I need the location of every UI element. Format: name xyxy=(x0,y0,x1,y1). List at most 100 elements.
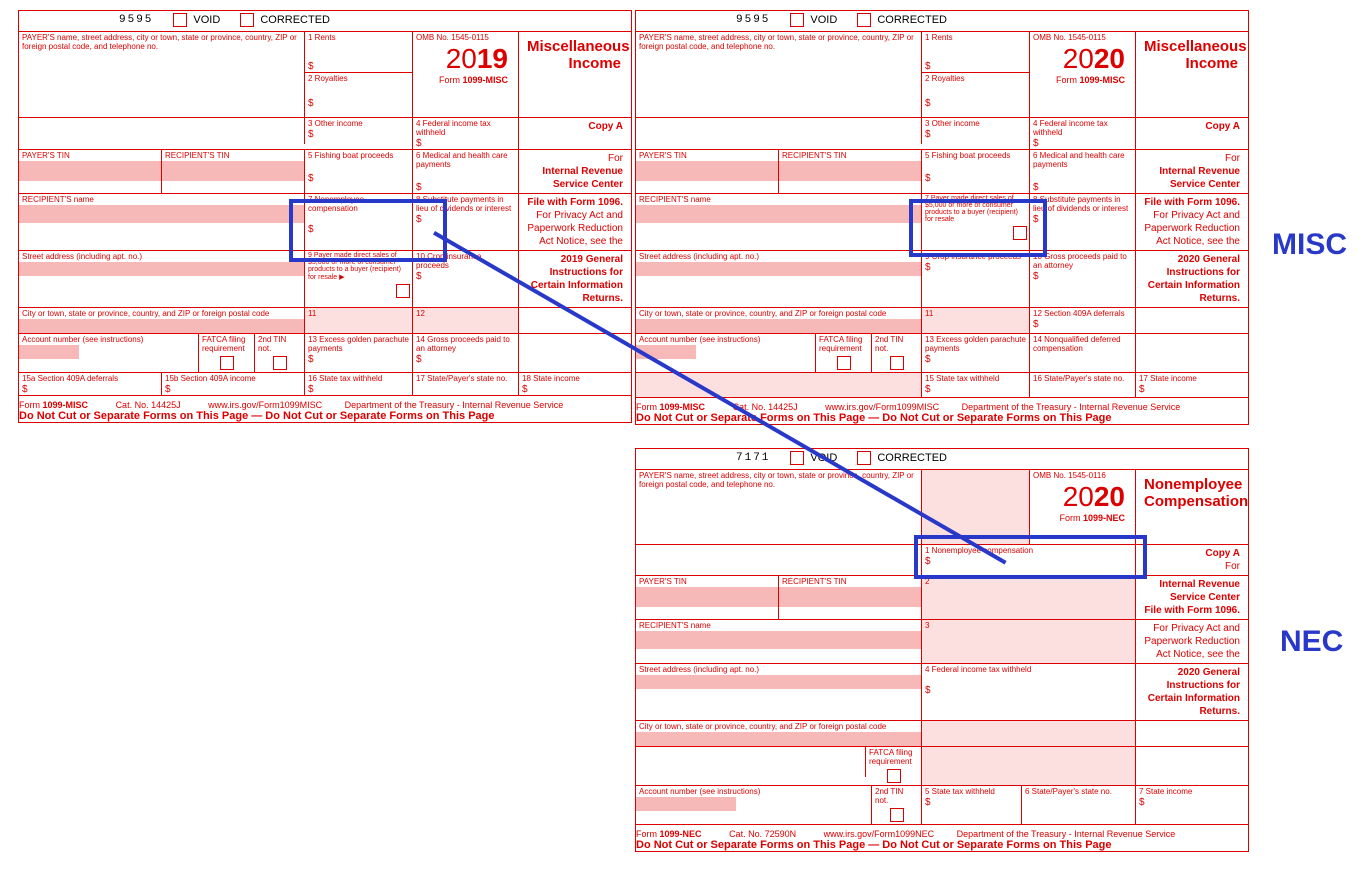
form-footer: Form 1099-NEC Cat. No. 72590N www.irs.go… xyxy=(636,825,1248,851)
form-1099-misc-2020: 9595 VOID CORRECTED PAYER'S name, street… xyxy=(635,10,1249,425)
box6-label: 6 Medical and health care payments xyxy=(1030,150,1135,170)
form-1099-nec-2020: 7171 VOID CORRECTED PAYER'S name, street… xyxy=(635,448,1249,852)
omb-label: OMB No. 1545-0115 xyxy=(1030,32,1135,43)
header-row: 7171 VOID CORRECTED xyxy=(636,449,1248,470)
corrected-checkbox[interactable] xyxy=(857,13,871,27)
cat-no: Cat. No. 14425J xyxy=(116,400,181,410)
box11-label: 11 xyxy=(922,308,1029,319)
form-id: 9595 xyxy=(119,14,153,26)
box16-label: 16 State/Payer's state no. xyxy=(1030,373,1135,384)
dept: Department of the Treasury - Internal Re… xyxy=(345,400,564,410)
box7-checkbox[interactable] xyxy=(1013,226,1027,240)
box1-label: 1 Nonemployee compensation xyxy=(922,545,1135,556)
street-field[interactable] xyxy=(19,262,304,276)
tax-year: 2019 xyxy=(413,43,518,75)
box6-label: 6 Medical and health care payments xyxy=(413,150,518,170)
box17-label: 17 State income xyxy=(1136,373,1246,384)
box9-label: 9 Payer made direct sales of $5,000 or m… xyxy=(305,251,412,282)
box14-label: 14 Nonqualified deferred compensation xyxy=(1030,334,1135,354)
box9-checkbox[interactable] xyxy=(396,284,410,298)
form-footer: Form 1099-MISC Cat. No. 14425J www.irs.g… xyxy=(19,396,631,422)
recipient-tin-field[interactable] xyxy=(162,161,304,181)
form-1099-misc-2019: 9595 VOID CORRECTED PAYER'S name, street… xyxy=(18,10,632,423)
fatca-label: FATCA filing requirement xyxy=(199,334,254,354)
box4-label: 4 Federal income tax withheld xyxy=(1030,118,1135,138)
box5-label: 5 State tax withheld xyxy=(922,786,1021,797)
box18-label: 18 State income xyxy=(519,373,629,384)
box5-label: 5 Fishing boat proceeds xyxy=(922,150,1029,161)
box2-label: 2 xyxy=(922,576,1135,587)
omb-label: OMB No. 1545-0115 xyxy=(413,32,518,43)
header-row: 9595 VOID CORRECTED xyxy=(636,11,1248,32)
box8-label: 8 Substitute payments in lieu of dividen… xyxy=(1030,194,1135,214)
box1-label: 1 Rents xyxy=(305,32,412,43)
box8-label: 8 Substitute payments in lieu of dividen… xyxy=(413,194,518,214)
box10-label: 10 Gross proceeds paid to an attorney xyxy=(1030,251,1135,271)
city-label: City or town, state or province, country… xyxy=(19,308,304,319)
annotation-nec: NEC xyxy=(1280,625,1343,659)
box7-label: 7 Nonemployee compensation xyxy=(305,194,412,214)
form-id: 7171 xyxy=(736,452,770,464)
tin2nd-checkbox[interactable] xyxy=(273,356,287,370)
corrected-checkbox[interactable] xyxy=(240,13,254,27)
box1-label: 1 Rents xyxy=(922,32,1029,43)
void-label: VOID xyxy=(193,14,220,26)
tax-year: 2020 xyxy=(1030,43,1135,75)
city-field[interactable] xyxy=(19,319,304,333)
box3-label: 3 Other income xyxy=(922,118,1029,129)
void-checkbox[interactable] xyxy=(790,13,804,27)
box7-label: 7 Payer made direct sales of $5,000 or m… xyxy=(922,194,1029,224)
form-code: Form 1099-MISC xyxy=(413,75,518,85)
tax-year: 2020 xyxy=(1030,481,1135,513)
dollar-sign: $ xyxy=(305,61,412,72)
box13-label: 13 Excess golden parachute payments xyxy=(922,334,1029,354)
form-title-2: Income xyxy=(568,55,621,72)
box5-label: 5 Fishing boat proceeds xyxy=(305,150,412,161)
omb-label: OMB No. 1545-0116 xyxy=(1030,470,1135,481)
privacy-notice: For Privacy Act and Paperwork Reduction … xyxy=(527,210,623,247)
box3-label: 3 xyxy=(922,620,1135,631)
box11-label: 11 xyxy=(305,308,412,319)
box16-label: 16 State tax withheld xyxy=(305,373,412,384)
box4-label: 4 Federal income tax withheld xyxy=(413,118,518,138)
box2-label: 2 Royalties xyxy=(305,73,412,84)
recipient-name-field[interactable] xyxy=(19,205,304,223)
box7-label: 7 State income xyxy=(1136,786,1246,797)
payer-name-label: PAYER'S name, street address, city or to… xyxy=(19,32,304,52)
street-label: Street address (including apt. no.) xyxy=(19,251,304,262)
box3-label: 3 Other income xyxy=(305,118,412,129)
payer-name-label: PAYER'S name, street address, city or to… xyxy=(636,32,921,52)
form-id: 9595 xyxy=(736,14,770,26)
recipient-name-label: RECIPIENT'S name xyxy=(19,194,304,205)
void-checkbox[interactable] xyxy=(790,451,804,465)
corrected-label: CORRECTED xyxy=(260,14,330,26)
box15b-label: 15b Section 409A income xyxy=(162,373,304,384)
payer-tin-field[interactable] xyxy=(19,161,161,181)
copy-a: Copy A xyxy=(588,121,623,132)
corrected-checkbox[interactable] xyxy=(857,451,871,465)
box12-label: 12 xyxy=(413,308,518,319)
fatca-checkbox[interactable] xyxy=(220,356,234,370)
url: www.irs.gov/Form1099MISC xyxy=(208,400,322,410)
box15-label: 15 State tax withheld xyxy=(922,373,1029,384)
box4-label: 4 Federal income tax withheld xyxy=(922,664,1135,675)
box13-label: 13 Excess golden parachute payments xyxy=(305,334,412,354)
box2-label: 2 Royalties xyxy=(922,73,1029,84)
box14-label: 14 Gross proceeds paid to an attorney xyxy=(413,334,518,354)
form-title-1: Miscellaneous xyxy=(527,38,630,55)
box10-label: 10 Crop insurance proceeds xyxy=(413,251,518,271)
file-1096: File with Form 1096. xyxy=(527,197,623,208)
header-row: 9595 VOID CORRECTED xyxy=(19,11,631,32)
account-field[interactable] xyxy=(19,345,79,359)
no-cut-line: Do Not Cut or Separate Forms on This Pag… xyxy=(19,410,495,422)
recipient-tin-label: RECIPIENT'S TIN xyxy=(162,150,304,161)
tin2nd-label: 2nd TIN not. xyxy=(255,334,304,354)
account-label: Account number (see instructions) xyxy=(19,334,198,345)
box6-label: 6 State/Payer's state no. xyxy=(1022,786,1135,797)
payer-tin-label: PAYER'S TIN xyxy=(19,150,161,161)
box15a-label: 15a Section 409A deferrals xyxy=(19,373,161,384)
annotation-misc: MISC xyxy=(1272,228,1347,262)
box9-label: 9 Crop insurance proceeds xyxy=(922,251,1029,262)
box12-label: 12 Section 409A deferrals xyxy=(1030,308,1135,319)
void-checkbox[interactable] xyxy=(173,13,187,27)
